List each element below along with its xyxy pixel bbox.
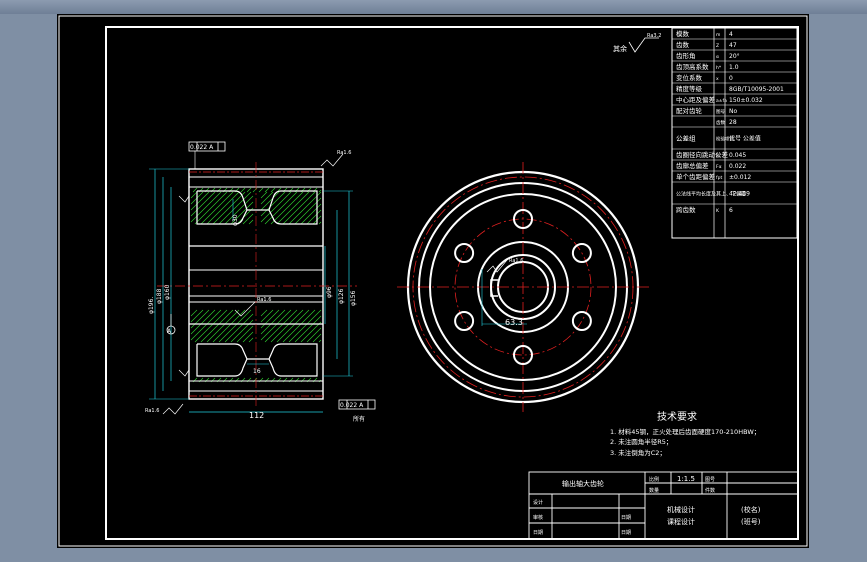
date-col-label: 日期 (621, 515, 631, 521)
table-row-name: 模数 (676, 29, 690, 38)
dim-d4: φ96 (326, 286, 333, 298)
viewer-top-bar (0, 0, 867, 14)
section-view (149, 141, 376, 415)
table-row-name: 精度等级 (676, 84, 703, 93)
table-row-name: 齿顶高系数 (676, 62, 709, 71)
table-row-name: 公差组 (676, 134, 696, 143)
table-row-value: ±0.012 (729, 174, 751, 181)
table-row-value: 150±0.032 (729, 97, 763, 104)
lightening-hole (571, 311, 592, 331)
table-row-name: 齿廓总偏差 (676, 161, 709, 170)
table-row-value: 0.022 (729, 163, 746, 170)
table-row-value: No (729, 108, 737, 115)
table-row-name: 齿圈径向跳动公差 (676, 150, 729, 159)
scale-value: 1:1.5 (677, 475, 695, 483)
class-name: (班号) (741, 517, 761, 526)
tech-title: 技术要求 (657, 410, 697, 423)
scale-label: 比例 (649, 476, 659, 483)
cad-drawing: 其余 Ra3.2 模数 m 4 齿数 Z 47 齿形角 α 20° 齿顶高系数 h* 1.0 变位系数 x… (58, 15, 808, 547)
table-row-name: 中心距及偏差 (676, 95, 716, 104)
course-line-1: 机械设计 (667, 505, 695, 514)
roughness-symbol-icon (628, 37, 659, 53)
table-row-value: 1.0 (729, 64, 739, 71)
table-row-symbol: 齿数 (716, 119, 725, 126)
table-row-symbol: h* (716, 65, 722, 71)
date-label: 日期 (533, 530, 543, 536)
table-row-value: 28 (729, 119, 737, 126)
table-row-symbol: m (716, 33, 720, 38)
table-row-name: 配对齿轮 (676, 106, 703, 115)
table-row-name: 齿数 (676, 40, 690, 49)
date-col-label-2: 日期 (621, 530, 631, 536)
rough-keyway: Ra1.6 (509, 258, 523, 264)
table-row-value: 4 (729, 31, 733, 38)
table-row-value: 代号 公差值 (729, 135, 761, 143)
table-row-name: 跨齿数 (676, 205, 696, 214)
front-view (397, 162, 649, 412)
count-label: 件数 (705, 487, 715, 494)
course-line-2: 课程设计 (667, 517, 695, 526)
dim-bore: 63.3 (505, 318, 523, 327)
table-row-name: 变位系数 (676, 73, 703, 82)
dim-width: 112 (249, 411, 264, 420)
dim-hole: φ30 (232, 214, 239, 226)
table-row-symbol: fpt (716, 175, 722, 181)
gtol-bottom-label: 0.022 A (340, 402, 364, 409)
table-row-symbol: K (716, 208, 720, 214)
rough-top-label: Ra1.6 (337, 150, 351, 156)
table-row-value: 6 (729, 207, 733, 214)
rough-bottom-label: Ra1.6 (145, 408, 159, 414)
table-row-value: 0 (729, 75, 733, 82)
tech-item-2: 2. 未注圆角半径R5； (610, 437, 672, 446)
table-row-value: 47 (729, 42, 737, 49)
table-row-value: 20° (729, 53, 740, 60)
tech-item-3: 3. 未注倒角为C2； (610, 448, 666, 457)
table-row-value: 42.439 (729, 191, 750, 198)
dim-d6: φ156 (350, 290, 357, 306)
dim-d2: φ188 (156, 288, 163, 304)
table-row-symbol: Fr (716, 153, 720, 159)
rough-mid-label: Ra1.6 (257, 297, 271, 303)
bottom-note: 所有 (353, 415, 365, 423)
table-row-symbol: a±fa (716, 98, 727, 104)
lightening-hole (454, 311, 475, 331)
table-row-symbol: Fα (716, 164, 722, 170)
dim-d3: φ160 (164, 284, 171, 300)
dim-d5: φ126 (338, 288, 345, 304)
part-name: 输出轴大齿轮 (562, 479, 604, 488)
tech-item-1: 1. 材料45钢，正火处理后齿面硬度170-210HBW； (610, 427, 760, 436)
drawing-no-label: 图号 (705, 477, 715, 483)
table-row-name: 单个齿距偏差 (676, 172, 716, 181)
roughness-value: Ra3.2 (647, 33, 661, 39)
table-row-symbol: α (716, 55, 719, 60)
table-row-symbol: x (716, 77, 719, 82)
table-row-symbol: Z (716, 43, 719, 49)
gtol-top-label: 0.022 A (190, 144, 214, 151)
lightening-hole (571, 243, 592, 263)
other-roughness-label: 其余 (613, 44, 627, 53)
designer-label: 设计 (533, 499, 543, 506)
table-row-value: 0.045 (729, 152, 746, 159)
dim-web: 16 (253, 368, 261, 375)
dim-d1: φ196. (148, 297, 155, 314)
table-row-symbol: 图号 (716, 109, 725, 115)
qty-label: 数量 (649, 487, 659, 494)
school-name: (校名) (741, 505, 761, 514)
checker-label: 审核 (533, 514, 543, 521)
table-row-value: 8GB/T10095-2001 (729, 86, 784, 93)
table-row-name: 齿形角 (676, 51, 696, 60)
